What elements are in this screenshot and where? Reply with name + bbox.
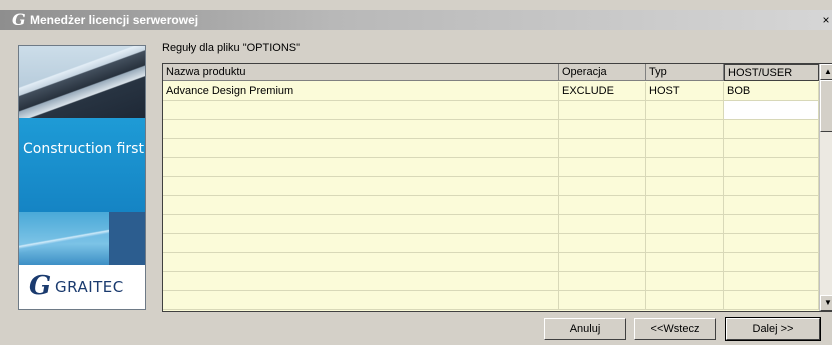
rules-label: Reguły dla pliku "OPTIONS": [162, 42, 301, 54]
bridge-photo: [19, 212, 109, 265]
cell-product[interactable]: [163, 120, 559, 138]
cell-operation[interactable]: [559, 177, 646, 195]
table-row[interactable]: [163, 234, 819, 253]
cell-product[interactable]: [163, 234, 559, 252]
cell-operation[interactable]: [559, 291, 646, 309]
cell-host-user[interactable]: [724, 196, 819, 214]
graitec-logo: G GRAITEC: [19, 265, 145, 309]
cell-host-user[interactable]: [724, 120, 819, 138]
window-title: Menedżer licencji serwerowej: [30, 13, 199, 27]
scroll-down-icon[interactable]: ▼: [820, 295, 832, 311]
cell-operation[interactable]: [559, 215, 646, 233]
cell-product[interactable]: Advance Design Premium: [163, 82, 559, 100]
table-row[interactable]: Advance Design Premium EXCLUDE HOST BOB: [163, 82, 819, 101]
cell-operation[interactable]: [559, 253, 646, 271]
cell-product[interactable]: [163, 101, 559, 119]
table-row[interactable]: [163, 215, 819, 234]
cell-type[interactable]: [646, 272, 724, 290]
back-button[interactable]: <<Wstecz: [634, 318, 716, 340]
column-header-host-user[interactable]: HOST/USER: [724, 64, 819, 81]
cell-host-user[interactable]: [724, 101, 819, 119]
title-bar: G Menedżer licencji serwerowej ×: [0, 10, 832, 30]
column-header-type[interactable]: Typ: [646, 64, 724, 81]
cell-operation[interactable]: EXCLUDE: [559, 82, 646, 100]
cell-host-user[interactable]: [724, 253, 819, 271]
cell-product[interactable]: [163, 215, 559, 233]
grid-header: Nazwa produktu Operacja Typ HOST/USER: [163, 64, 832, 82]
table-row[interactable]: [163, 139, 819, 158]
cell-product[interactable]: [163, 139, 559, 157]
banner-slogan: Construction first: [23, 141, 144, 157]
cell-host-user[interactable]: [724, 291, 819, 309]
cell-host-user[interactable]: [724, 272, 819, 290]
cell-operation[interactable]: [559, 120, 646, 138]
next-button[interactable]: Dalej >>: [725, 317, 821, 341]
cell-product[interactable]: [163, 177, 559, 195]
cell-operation[interactable]: [559, 158, 646, 176]
wizard-side-banner: Construction first G GRAITEC: [18, 45, 146, 310]
cell-operation[interactable]: [559, 234, 646, 252]
table-row[interactable]: [163, 101, 819, 120]
graitec-logo-text: GRAITEC: [55, 278, 124, 296]
building-photo: [19, 46, 145, 118]
scroll-up-icon[interactable]: ▲: [820, 64, 832, 80]
table-row[interactable]: [163, 291, 819, 310]
banner-blue-block: [19, 118, 145, 212]
vertical-scrollbar[interactable]: ▲ ▼: [819, 64, 832, 311]
table-row[interactable]: [163, 196, 819, 215]
cell-type[interactable]: [646, 291, 724, 309]
cell-product[interactable]: [163, 196, 559, 214]
cell-host-user[interactable]: [724, 215, 819, 233]
cell-type[interactable]: [646, 253, 724, 271]
cell-type[interactable]: [646, 215, 724, 233]
banner-square: [109, 212, 145, 265]
cell-type[interactable]: [646, 158, 724, 176]
table-row[interactable]: [163, 272, 819, 291]
table-row[interactable]: [163, 177, 819, 196]
column-header-operation[interactable]: Operacja: [559, 64, 646, 81]
cell-host-user[interactable]: [724, 177, 819, 195]
scroll-thumb[interactable]: [820, 80, 832, 132]
cell-operation[interactable]: [559, 272, 646, 290]
cell-host-user[interactable]: [724, 139, 819, 157]
cell-type[interactable]: [646, 120, 724, 138]
cell-type[interactable]: [646, 101, 724, 119]
cell-type[interactable]: [646, 177, 724, 195]
cell-operation[interactable]: [559, 196, 646, 214]
cell-product[interactable]: [163, 291, 559, 309]
cell-product[interactable]: [163, 253, 559, 271]
cell-product[interactable]: [163, 158, 559, 176]
close-icon[interactable]: ×: [818, 13, 832, 28]
license-manager-window: G Menedżer licencji serwerowej × Constru…: [0, 0, 832, 345]
cell-product[interactable]: [163, 272, 559, 290]
cell-type[interactable]: HOST: [646, 82, 724, 100]
table-row[interactable]: [163, 120, 819, 139]
cell-operation[interactable]: [559, 101, 646, 119]
cell-host-user[interactable]: [724, 158, 819, 176]
cell-type[interactable]: [646, 139, 724, 157]
graitec-g-icon: G: [29, 271, 52, 301]
column-header-product[interactable]: Nazwa produktu: [163, 64, 559, 81]
table-row[interactable]: [163, 158, 819, 177]
table-row[interactable]: [163, 253, 819, 272]
cell-host-user[interactable]: [724, 234, 819, 252]
cell-type[interactable]: [646, 196, 724, 214]
cell-type[interactable]: [646, 234, 724, 252]
rules-grid[interactable]: Nazwa produktu Operacja Typ HOST/USER Ad…: [162, 63, 832, 312]
cell-host-user[interactable]: BOB: [724, 82, 819, 100]
cell-operation[interactable]: [559, 139, 646, 157]
cancel-button[interactable]: Anuluj: [544, 318, 626, 340]
app-logo-icon: G: [12, 10, 26, 29]
